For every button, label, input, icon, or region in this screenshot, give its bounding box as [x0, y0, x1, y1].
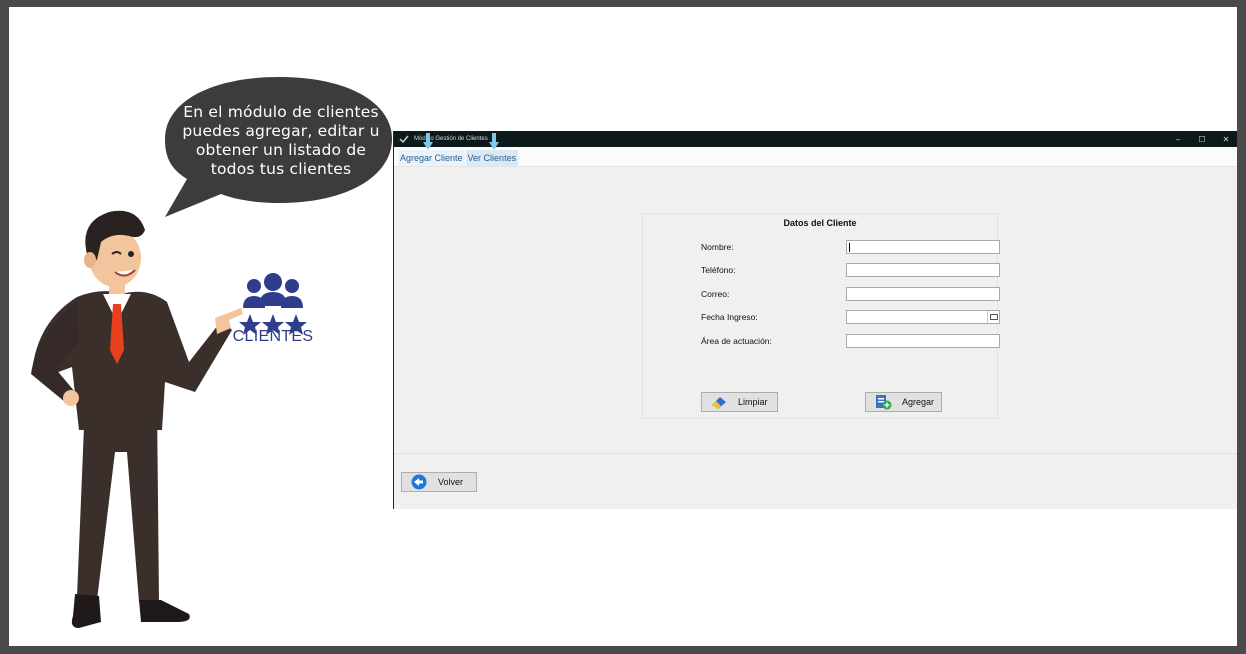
telefono-input[interactable] [846, 263, 1000, 277]
volver-label: Volver [438, 477, 464, 487]
clients-logo-label: CLIENTES [232, 328, 314, 345]
tab-agregar-cliente[interactable]: Agregar Cliente [398, 150, 465, 166]
tab-pointer-arrow-icon [423, 133, 433, 150]
field-label: Correo: [701, 289, 730, 299]
agregar-button[interactable]: Agregar [865, 392, 942, 412]
limpiar-label: Limpiar [738, 397, 768, 407]
volver-button[interactable]: Volver [401, 472, 477, 492]
title-bar: Módulo Gestión de Clientes – ☐ ✕ [394, 131, 1237, 147]
nombre-input[interactable] [846, 240, 1000, 254]
limpiar-button[interactable]: Limpiar [701, 392, 778, 412]
form-title: Datos del Cliente [783, 218, 857, 228]
tab-strip: Agregar Cliente Ver Clientes [394, 147, 1237, 167]
bubble-line: En el módulo de clientes [183, 103, 379, 121]
add-document-icon [876, 395, 892, 410]
back-arrow-icon [411, 474, 427, 490]
client-form-panel: Datos del Cliente Nombre: Teléfono: Corr… [642, 213, 1000, 419]
tutorial-canvas: En el módulo de clientes puedes agregar,… [9, 7, 1237, 646]
field-label: Área de actuación: [701, 336, 772, 346]
tab-pointer-arrow-icon [489, 133, 499, 150]
area-actuacion-input[interactable] [846, 334, 1000, 348]
maximize-button[interactable]: ☐ [1190, 131, 1214, 147]
bubble-line: todos tus clientes [210, 160, 352, 178]
footer-divider [394, 453, 1237, 454]
fecha-ingreso-picker[interactable] [846, 310, 1000, 324]
close-button[interactable]: ✕ [1214, 131, 1237, 147]
businessman-illustration [31, 210, 243, 628]
field-label: Fecha Ingreso: [701, 312, 758, 322]
calendar-dropdown-icon[interactable] [987, 311, 999, 323]
bubble-line: puedes agregar, editar u [182, 122, 380, 140]
app-logo-icon [399, 135, 409, 144]
eraser-icon [712, 397, 726, 409]
correo-input[interactable] [846, 287, 1000, 301]
app-window: Módulo Gestión de Clientes – ☐ ✕ Agregar… [393, 131, 1237, 509]
field-label: Teléfono: [701, 265, 736, 275]
minimize-button[interactable]: – [1166, 131, 1190, 147]
field-label: Nombre: [701, 242, 734, 252]
agregar-label: Agregar [902, 397, 935, 407]
tab-ver-clientes[interactable]: Ver Clientes [465, 150, 519, 166]
bubble-line: obtener un listado de [195, 141, 367, 159]
